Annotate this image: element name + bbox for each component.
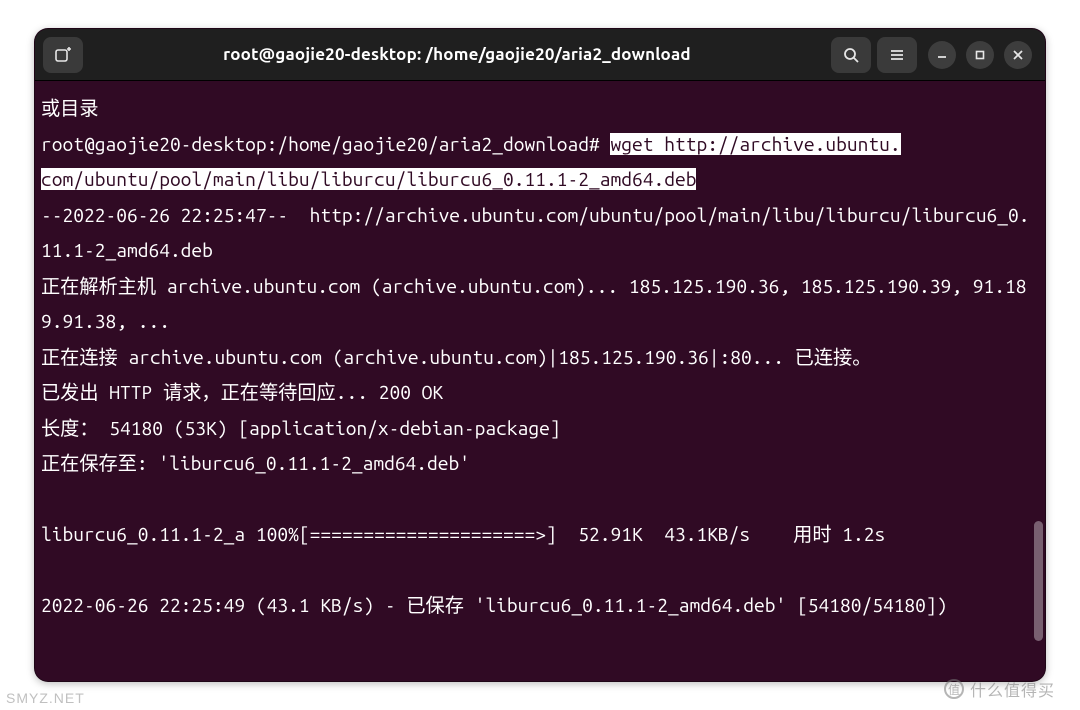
search-button[interactable]	[831, 37, 871, 73]
window-controls	[923, 41, 1037, 69]
scrollbar-thumb[interactable]	[1034, 521, 1043, 641]
close-icon	[1012, 49, 1024, 61]
search-icon	[842, 46, 860, 64]
maximize-icon	[974, 49, 986, 61]
prompt: root@gaojie20-desktop:/home/gaojie20/ari…	[41, 133, 610, 155]
hamburger-icon	[888, 46, 906, 64]
close-button[interactable]	[1004, 41, 1032, 69]
selected-command-part1: wget http://archive.ubuntu.	[610, 133, 900, 155]
titlebar: root@gaojie20-desktop: /home/gaojie20/ar…	[35, 29, 1045, 81]
watermark-text: 什么值得买	[970, 677, 1055, 701]
output-line: 正在保存至: 'liburcu6_0.11.1-2_amd64.deb'	[41, 452, 470, 474]
watermark-zdm: 值 什么值得买	[944, 674, 1074, 704]
minimize-icon	[936, 49, 948, 61]
menu-button[interactable]	[877, 37, 917, 73]
watermark-logo-icon: 值	[944, 679, 964, 699]
output-line: 2022-06-26 22:25:49 (43.1 KB/s) - 已保存 'l…	[41, 594, 947, 616]
output-line: 已发出 HTTP 请求，正在等待回应... 200 OK	[41, 381, 443, 403]
watermark-smyz: SMYZ.NET	[6, 690, 85, 706]
output-line: 或目录	[41, 97, 99, 119]
output-line: --2022-06-26 22:25:47-- http://archive.u…	[41, 204, 1030, 262]
window-title: root@gaojie20-desktop: /home/gaojie20/ar…	[89, 45, 825, 64]
terminal-body[interactable]: 或目录 root@gaojie20-desktop:/home/gaojie20…	[35, 81, 1045, 681]
new-tab-icon	[54, 46, 72, 64]
maximize-button[interactable]	[966, 41, 994, 69]
output-line: 正在连接 archive.ubuntu.com (archive.ubuntu.…	[41, 346, 871, 368]
output-line: 长度： 54180 (53K) [application/x-debian-pa…	[41, 417, 561, 439]
output-line: 正在解析主机 archive.ubuntu.com (archive.ubunt…	[41, 275, 1026, 333]
minimize-button[interactable]	[928, 41, 956, 69]
selected-command-part2: com/ubuntu/pool/main/libu/liburcu/liburc…	[41, 168, 696, 190]
terminal-window: root@gaojie20-desktop: /home/gaojie20/ar…	[34, 28, 1046, 682]
new-tab-button[interactable]	[43, 37, 83, 73]
progress-bar-line: liburcu6_0.11.1-2_a 100%[===============…	[41, 523, 885, 545]
